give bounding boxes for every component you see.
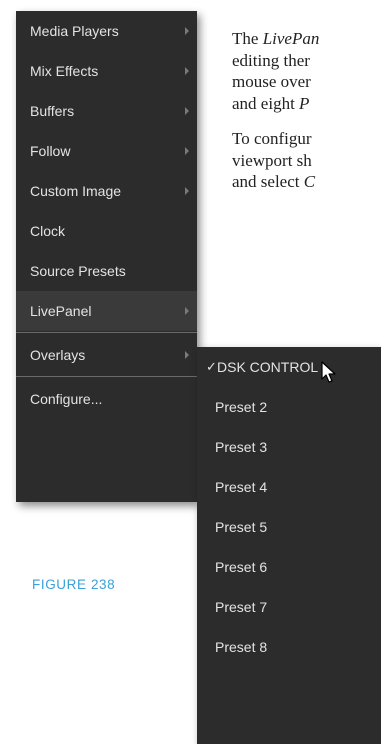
submenu-arrow-icon xyxy=(185,27,189,35)
menu-item-label: Configure... xyxy=(30,391,103,407)
menu-item-configure[interactable]: Configure... xyxy=(16,379,197,419)
submenu-item-label: DSK CONTROL xyxy=(217,359,319,375)
submenu-arrow-icon xyxy=(185,187,189,195)
submenu-item-label: Preset 7 xyxy=(215,599,268,615)
submenu-item-preset-5[interactable]: Preset 5 xyxy=(197,507,381,547)
figure-caption: FIGURE 238 xyxy=(32,577,116,592)
paragraph-1: The LivePan editing ther mouse over and … xyxy=(232,28,381,114)
menu-item-label: Mix Effects xyxy=(30,63,99,79)
text-line: The LivePan xyxy=(232,29,320,48)
submenu-arrow-icon xyxy=(185,147,189,155)
checkmark-icon: ✓ xyxy=(206,359,217,374)
text-line: editing ther xyxy=(232,50,310,70)
menu-item-overlays[interactable]: Overlays xyxy=(16,335,197,375)
menu-item-follow[interactable]: Follow xyxy=(16,131,197,171)
menu-item-label: Follow xyxy=(30,143,71,159)
submenu-arrow-icon xyxy=(185,107,189,115)
paragraph-2: To configur viewport sh and select C xyxy=(232,128,381,193)
submenu-item-label: Preset 6 xyxy=(215,559,268,575)
menu-item-label: Media Players xyxy=(30,23,119,39)
menu-item-label: Clock xyxy=(30,223,66,239)
submenu-item-label: Preset 8 xyxy=(215,639,268,655)
document-text: The LivePan editing ther mouse over and … xyxy=(232,28,381,207)
menu-item-mix-effects[interactable]: Mix Effects xyxy=(16,51,197,91)
text-line: mouse over xyxy=(232,72,311,91)
menu-item-label: LivePanel xyxy=(30,303,92,319)
submenu-item-label: Preset 3 xyxy=(215,439,268,455)
menu-item-label: Overlays xyxy=(30,347,86,363)
menu-item-clock[interactable]: Clock xyxy=(16,211,197,251)
menu-separator xyxy=(16,376,197,377)
menu-item-custom-image[interactable]: Custom Image xyxy=(16,171,197,211)
submenu-arrow-icon xyxy=(185,307,189,315)
submenu-item-label: Preset 2 xyxy=(215,399,268,415)
text-line: To configur xyxy=(232,129,312,148)
submenu-item-preset-4[interactable]: Preset 4 xyxy=(197,467,381,507)
submenu-item-label: Preset 5 xyxy=(215,519,268,535)
menu-item-label: Source Presets xyxy=(30,263,126,279)
context-menu: Media Players Mix Effects Buffers Follow… xyxy=(16,11,197,502)
mouse-cursor-icon xyxy=(321,361,336,383)
submenu-arrow-icon xyxy=(185,351,189,359)
submenu-item-preset-6[interactable]: Preset 6 xyxy=(197,547,381,587)
livepanel-submenu: ✓ DSK CONTROL Preset 2 Preset 3 Preset 4… xyxy=(197,347,381,744)
submenu-arrow-icon xyxy=(185,67,189,75)
text-line: and eight P xyxy=(232,93,310,113)
submenu-item-preset-7[interactable]: Preset 7 xyxy=(197,587,381,627)
submenu-item-preset-2[interactable]: Preset 2 xyxy=(197,387,381,427)
menu-item-source-presets[interactable]: Source Presets xyxy=(16,251,197,291)
text-line: viewport sh xyxy=(232,150,312,170)
text-line: and select C xyxy=(232,172,316,191)
menu-item-label: Buffers xyxy=(30,103,75,119)
menu-item-label: Custom Image xyxy=(30,183,122,199)
submenu-item-preset-3[interactable]: Preset 3 xyxy=(197,427,381,467)
submenu-item-preset-8[interactable]: Preset 8 xyxy=(197,627,381,667)
submenu-item-dsk-control[interactable]: ✓ DSK CONTROL xyxy=(197,347,381,387)
menu-item-buffers[interactable]: Buffers xyxy=(16,91,197,131)
submenu-item-label: Preset 4 xyxy=(215,479,268,495)
menu-item-livepanel[interactable]: LivePanel xyxy=(16,291,197,331)
menu-item-media-players[interactable]: Media Players xyxy=(16,11,197,51)
menu-separator xyxy=(16,332,197,333)
